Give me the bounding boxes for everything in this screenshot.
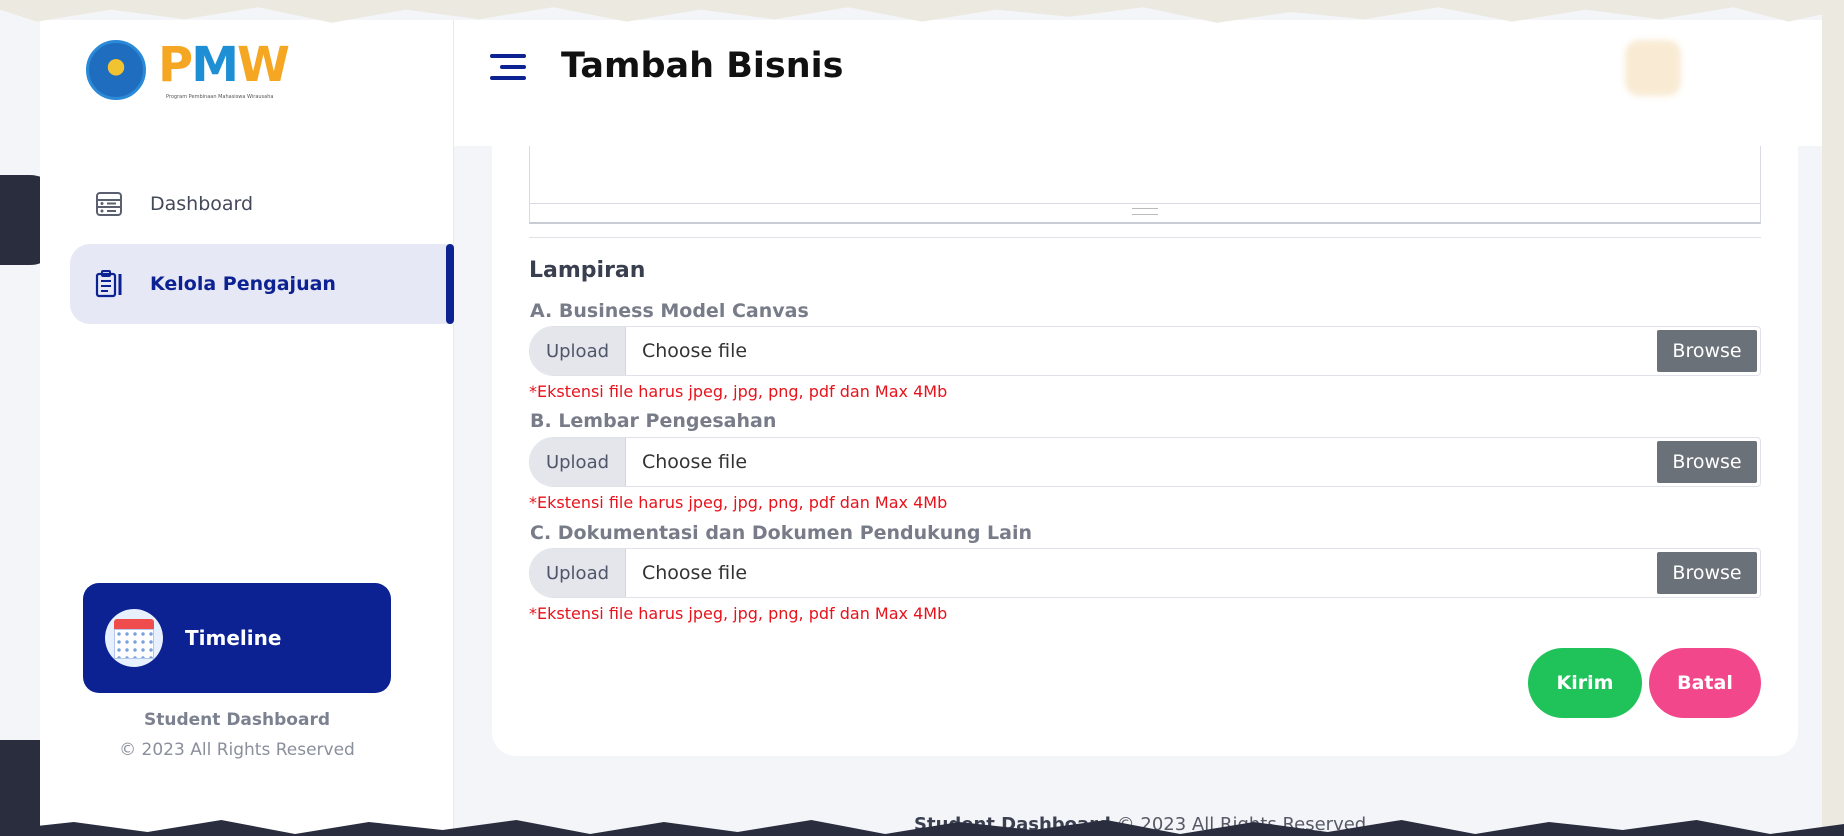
browse-button[interactable]: Browse [1657, 330, 1757, 372]
avatar [1625, 40, 1682, 96]
field-label: B. Lembar Pengesahan [530, 410, 777, 432]
ministry-seal-logo [86, 40, 146, 100]
sidebar-item-label: Kelola Pengajuan [150, 273, 336, 295]
field-label: C. Dokumentasi dan Dokumen Pendukung Lai… [530, 522, 1033, 544]
calendar-icon [105, 609, 163, 667]
dashboard-icon [94, 189, 124, 219]
page-title: Tambah Bisnis [561, 46, 844, 86]
sidebar-item-label: Dashboard [150, 193, 254, 215]
field-label: A. Business Model Canvas [530, 300, 809, 322]
browse-button[interactable]: Browse [1657, 441, 1757, 483]
file-placeholder[interactable]: Choose file [626, 438, 1654, 486]
file-input-lembar-pengesahan[interactable]: Upload Choose file Browse [529, 437, 1761, 487]
sidebar-footer-title: Student Dashboard [144, 710, 330, 730]
user-role [1697, 71, 1804, 87]
section-title: Lampiran [529, 258, 646, 283]
upload-prefix: Upload [530, 549, 626, 597]
upload-prefix: Upload [530, 327, 626, 375]
torn-edge [1822, 0, 1844, 836]
user-profile[interactable] [1625, 40, 1804, 96]
file-input-dokumentasi[interactable]: Upload Choose file Browse [529, 548, 1761, 598]
pmw-logo: PMW Program Pembinaan Mahasiswa Wirausah… [158, 37, 290, 100]
file-hint: *Ekstensi file harus jpeg, jpg, png, pdf… [529, 382, 948, 401]
sidebar-item-kelola-pengajuan[interactable]: Kelola Pengajuan [70, 244, 454, 324]
divider [529, 237, 1761, 238]
sidebar: PMW Program Pembinaan Mahasiswa Wirausah… [40, 20, 454, 836]
submit-button[interactable]: Kirim [1528, 648, 1642, 718]
timeline-card[interactable]: Timeline [83, 583, 391, 693]
hamburger-menu-icon[interactable] [490, 54, 526, 90]
cancel-button[interactable]: Batal [1649, 648, 1761, 718]
textarea-resize-handle[interactable] [529, 203, 1761, 217]
file-hint: *Ekstensi file harus jpeg, jpg, png, pdf… [529, 604, 948, 623]
file-hint: *Ekstensi file harus jpeg, jpg, png, pdf… [529, 493, 948, 512]
form-card: Lampiran A. Business Model Canvas Upload… [492, 120, 1798, 756]
file-placeholder[interactable]: Choose file [626, 549, 1654, 597]
user-name [1697, 50, 1804, 71]
sidebar-footer-copyright: © 2023 All Rights Reserved [119, 740, 355, 760]
browse-button[interactable]: Browse [1657, 552, 1757, 594]
sidebar-item-dashboard[interactable]: Dashboard [70, 164, 454, 244]
file-placeholder[interactable]: Choose file [626, 327, 1654, 375]
upload-prefix: Upload [530, 438, 626, 486]
file-input-business-model-canvas[interactable]: Upload Choose file Browse [529, 326, 1761, 376]
logo[interactable]: PMW Program Pembinaan Mahasiswa Wirausah… [86, 38, 308, 102]
timeline-label: Timeline [185, 626, 282, 650]
clipboard-icon [94, 269, 124, 299]
app-window: PMW Program Pembinaan Mahasiswa Wirausah… [0, 0, 1844, 836]
